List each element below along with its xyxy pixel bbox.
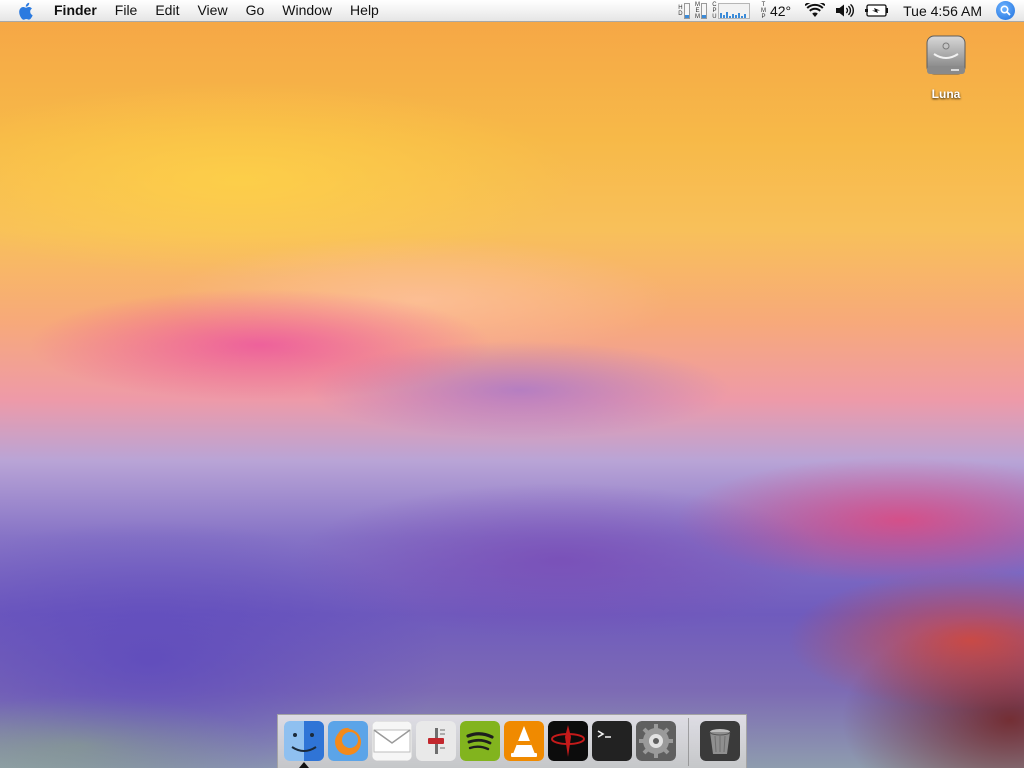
- menu-edit[interactable]: Edit: [146, 0, 188, 21]
- spotlight-icon: [1000, 5, 1011, 16]
- hd-meter-fill: [684, 15, 689, 18]
- desktop-icon-label: Luna: [931, 87, 961, 101]
- hd-meter-bar: [683, 2, 690, 19]
- dock-mail[interactable]: [372, 721, 412, 761]
- dock-separator: [688, 718, 689, 766]
- mem-meter[interactable]: M E M: [694, 2, 707, 20]
- finder-running-indicator: [299, 762, 309, 768]
- system-control-icon: [416, 721, 456, 761]
- menu-view[interactable]: View: [188, 0, 236, 21]
- system-preferences-icon: [636, 721, 676, 761]
- mem-meter-label: M E M: [694, 2, 701, 20]
- finder-icon: [284, 721, 324, 761]
- hd-meter[interactable]: H D: [677, 2, 690, 19]
- mail-icon: [372, 721, 412, 761]
- menu-window[interactable]: Window: [273, 0, 341, 21]
- terminal-icon: [592, 721, 632, 761]
- firefox-icon: [328, 721, 368, 761]
- cpu-graph-icon: [719, 11, 746, 18]
- dock-trash[interactable]: [700, 721, 740, 761]
- wifi-status[interactable]: [805, 3, 826, 18]
- temperature-readout: 42°: [769, 2, 792, 19]
- quake-icon: [548, 721, 588, 761]
- dock-vlc[interactable]: [504, 721, 544, 761]
- battery-status[interactable]: [865, 4, 889, 17]
- menu-clock[interactable]: Tue 4:56 AM: [903, 3, 982, 19]
- desktop-drive-luna[interactable]: Luna: [913, 30, 979, 101]
- dock-firefox[interactable]: [328, 721, 368, 761]
- mem-label-m2: M: [694, 13, 700, 20]
- dock-spotify[interactable]: [460, 721, 500, 761]
- volume-icon: [836, 3, 855, 18]
- app-menu-finder[interactable]: Finder: [54, 0, 106, 21]
- menu-bar-right: H D M E M C P U T M P 42° Tue 4:56 AM: [677, 0, 1024, 21]
- hd-meter-label: H D: [677, 5, 684, 17]
- trash-icon: [700, 721, 740, 761]
- menu-bar-left: Finder File Edit View Go Window Help: [0, 0, 388, 21]
- vlc-icon: [504, 721, 544, 761]
- hd-label-d: D: [678, 10, 683, 17]
- menu-help[interactable]: Help: [341, 0, 388, 21]
- mem-meter-bar: [700, 2, 707, 19]
- dock-system-control[interactable]: [416, 721, 456, 761]
- apple-menu[interactable]: [0, 0, 54, 21]
- temp-meter-label: T M P: [760, 2, 767, 20]
- dock-terminal[interactable]: [592, 721, 632, 761]
- temp-meter[interactable]: T M P 42°: [760, 2, 801, 20]
- spotify-icon: [460, 721, 500, 761]
- cpu-meter[interactable]: C P U: [711, 2, 750, 20]
- mem-meter-fill: [701, 14, 706, 18]
- battery-icon: [865, 4, 889, 17]
- wifi-icon: [805, 3, 826, 17]
- desktop-wallpaper[interactable]: [0, 0, 1024, 768]
- menu-go[interactable]: Go: [237, 0, 274, 21]
- tmp-label-p: P: [761, 13, 766, 20]
- cpu-graph: [717, 2, 750, 19]
- cpu-meter-label: C P U: [711, 2, 718, 20]
- menu-bar: Finder File Edit View Go Window Help H D…: [0, 0, 1024, 22]
- dock-system-preferences[interactable]: [636, 721, 676, 761]
- cpu-label-u: U: [712, 13, 717, 20]
- volume-status[interactable]: [835, 3, 855, 18]
- menu-file[interactable]: File: [106, 0, 147, 21]
- dock-quake[interactable]: [548, 721, 588, 761]
- dock-finder[interactable]: [284, 721, 324, 761]
- spotlight-button[interactable]: [996, 1, 1015, 20]
- dock: [277, 714, 747, 768]
- hard-drive-icon: [926, 35, 966, 75]
- apple-icon: [19, 2, 33, 20]
